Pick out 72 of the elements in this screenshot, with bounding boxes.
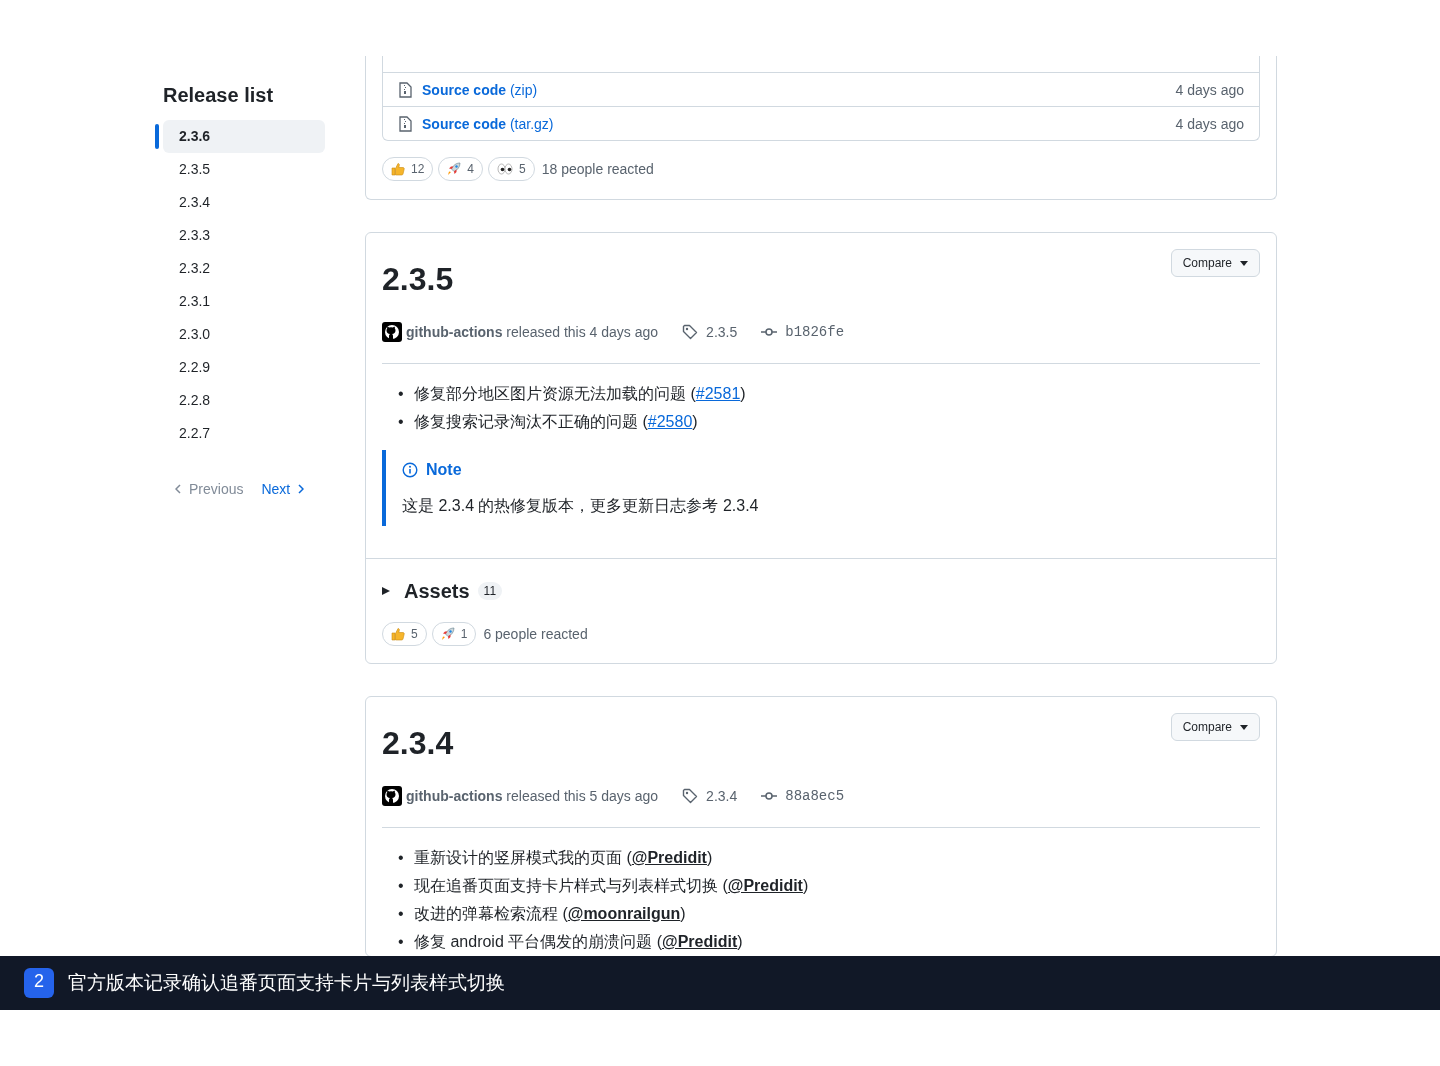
asset-date: 4 days ago [1175, 81, 1244, 98]
tag-link[interactable]: 2.3.4 [706, 788, 738, 804]
reaction-summary: 6 people reacted [483, 626, 588, 642]
mention-link[interactable]: @Predidit [662, 933, 738, 950]
file-zip-icon [398, 115, 412, 132]
caption-text: 官方版本记录确认追番页面支持卡片与列表样式切换 [68, 971, 505, 995]
tag-icon [682, 324, 699, 340]
assets-heading[interactable]: Assets [404, 579, 470, 603]
release-note: 修复搜索记录淘汰不正确的问题 (#2580) [414, 412, 698, 432]
release-note: 改进的弹幕检索流程 (@moonrailgun) [414, 904, 686, 924]
list-bullet: • [398, 412, 405, 432]
disclosure-triangle-icon[interactable] [382, 587, 390, 595]
info-icon [402, 462, 418, 478]
release-byline: github-actions released this 4 days ago [406, 324, 659, 340]
release-byline: github-actions released this 5 days ago [406, 788, 659, 804]
caption-number: 2 [24, 968, 54, 998]
avatar-icon [382, 786, 402, 806]
release-note: 重新设计的竖屏模式我的页面 (@Predidit) [414, 848, 713, 868]
release-title: 2.3.5 [382, 260, 454, 299]
compare-button[interactable]: Compare [1170, 713, 1260, 741]
release-title: 2.3.4 [382, 724, 454, 763]
rocket-icon [447, 162, 462, 176]
reaction-button[interactable]: 12 [382, 157, 434, 181]
release-nav-item[interactable]: 2.3.2 [163, 252, 325, 285]
selected-indicator [155, 124, 159, 149]
commit-link[interactable]: 88a8ec5 [785, 788, 845, 804]
reaction-button[interactable]: 4 [438, 157, 484, 181]
release-note: 现在追番页面支持卡片样式与列表样式切换 (@Predidit) [414, 876, 809, 896]
mention-link[interactable]: @Predidit [631, 849, 707, 866]
callout-title: Note [426, 460, 462, 480]
sidebar-title: Release list [163, 83, 275, 108]
list-bullet: • [398, 848, 405, 868]
release-nav-item[interactable]: 2.3.4 [163, 186, 325, 219]
list-bullet: • [398, 932, 405, 952]
release-nav-item[interactable]: 2.3.5 [163, 153, 325, 186]
thumbs-up-icon [391, 627, 405, 641]
mention-link[interactable]: @Predidit [727, 877, 803, 894]
release-note: 修复 android 平台偶发的崩溃问题 (@Predidit) [414, 932, 743, 952]
caret-icon [1240, 260, 1248, 266]
reaction-button[interactable]: 5 [382, 622, 427, 646]
file-zip-icon [398, 81, 412, 98]
release-nav-item[interactable]: 2.3.3 [163, 219, 325, 252]
asset-link[interactable]: Source code (zip) [422, 81, 1166, 98]
list-bullet: • [398, 384, 405, 404]
callout-text: 这是 2.3.4 的热修复版本，更多更新日志参考 2.3.4 [402, 496, 760, 516]
rocket-icon [440, 627, 455, 641]
commit-link[interactable]: b1826fe [785, 324, 845, 340]
tag-icon [682, 788, 699, 804]
reaction-button[interactable]: 1 [431, 622, 477, 646]
release-nav-item[interactable]: 2.2.7 [163, 417, 325, 450]
next-link[interactable]: Next [261, 481, 305, 497]
release-nav-item[interactable]: 2.2.8 [163, 384, 325, 417]
asset-link[interactable]: Source code (tar.gz) [422, 115, 1166, 132]
assets-count: 11 [477, 582, 503, 600]
tag-link[interactable]: 2.3.5 [706, 324, 738, 340]
caret-icon [1240, 724, 1248, 730]
asset-date: 4 days ago [1175, 115, 1244, 132]
release-nav-item[interactable]: 2.3.0 [163, 318, 325, 351]
mention-link[interactable]: @moonrailgun [567, 905, 681, 922]
thumbs-up-icon [391, 162, 405, 176]
chevron-right-icon [298, 484, 305, 494]
avatar-icon [382, 322, 402, 342]
release-nav-item[interactable]: 2.2.9 [163, 351, 325, 384]
reaction-button[interactable]: 5 [488, 157, 535, 181]
release-nav-item[interactable]: 2.3.1 [163, 285, 325, 318]
compare-button[interactable]: Compare [1170, 249, 1260, 277]
release-note: 修复部分地区图片资源无法加载的问题 (#2581) [414, 384, 746, 404]
reaction-summary: 18 people reacted [541, 161, 654, 177]
list-bullet: • [398, 876, 405, 896]
list-bullet: • [398, 904, 405, 924]
eyes-icon [497, 163, 514, 175]
chevron-left-icon [175, 484, 181, 494]
